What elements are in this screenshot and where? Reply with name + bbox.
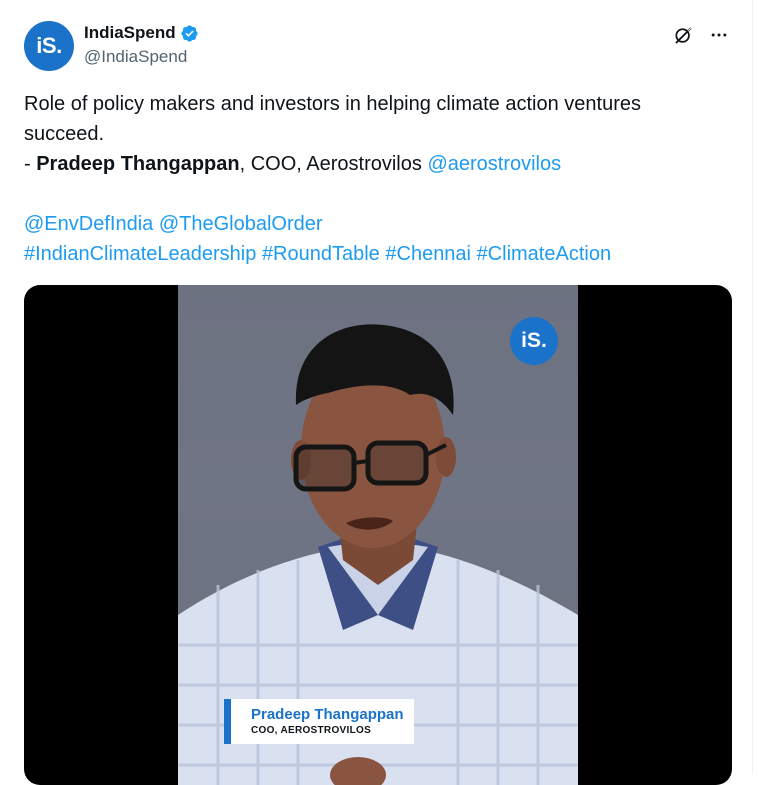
tweet-top-actions: [672, 24, 730, 46]
tweet-line-2: - Pradeep Thangappan, COO, Aerostrovilos…: [24, 149, 724, 179]
tweet-text: Role of policy makers and investors in h…: [24, 89, 724, 269]
mention-aerostrovilos[interactable]: @aerostrovilos: [427, 153, 561, 175]
tweet-card: iS. IndiaSpend @IndiaSpend Role of polic…: [0, 0, 753, 785]
speaker-name: Pradeep Thangappan: [36, 153, 240, 175]
video-player[interactable]: iS. Pradeep Thangappan COO, AEROSTROVILO…: [24, 285, 732, 785]
tweet-dash: -: [24, 153, 37, 175]
hashtag-roundtable[interactable]: #RoundTable: [262, 243, 380, 265]
nameplate-name: Pradeep Thangappan: [251, 706, 404, 723]
author-handle[interactable]: @IndiaSpend: [84, 47, 199, 67]
tweet-mentions-line: @EnvDefIndia @TheGlobalOrder: [24, 209, 724, 239]
hashtag-chennai[interactable]: #Chennai: [385, 243, 471, 265]
tweet-hashtags-line: #IndianClimateLeadership #RoundTable #Ch…: [24, 239, 724, 269]
video-nameplate: Pradeep Thangappan COO, AEROSTROVILOS: [224, 699, 414, 744]
more-icon[interactable]: [708, 24, 730, 46]
nameplate-title: COO, AEROSTROVILOS: [251, 725, 372, 736]
author-block: IndiaSpend @IndiaSpend: [84, 22, 199, 67]
speaker-role: , COO, Aerostrovilos: [239, 153, 428, 175]
video-brand-logo: iS.: [510, 317, 558, 365]
grok-icon[interactable]: [672, 24, 694, 46]
video-logo-text: iS.: [521, 329, 547, 352]
tweet-line-1: Role of policy makers and investors in h…: [24, 93, 641, 145]
mention-envdefindia[interactable]: @EnvDefIndia: [24, 213, 153, 235]
hashtag-climateaction[interactable]: #ClimateAction: [477, 243, 612, 265]
author-name-row: IndiaSpend: [84, 22, 199, 44]
hashtag-indianclimateleadership[interactable]: #IndianClimateLeadership: [24, 243, 256, 265]
avatar-text: iS.: [36, 33, 62, 58]
verified-badge-icon[interactable]: [180, 24, 199, 43]
author-avatar[interactable]: iS.: [24, 21, 74, 71]
mention-theglobalorder[interactable]: @TheGlobalOrder: [159, 213, 323, 235]
video-frame[interactable]: iS. Pradeep Thangappan COO, AEROSTROVILO…: [178, 285, 578, 785]
author-display-name[interactable]: IndiaSpend: [84, 23, 176, 43]
